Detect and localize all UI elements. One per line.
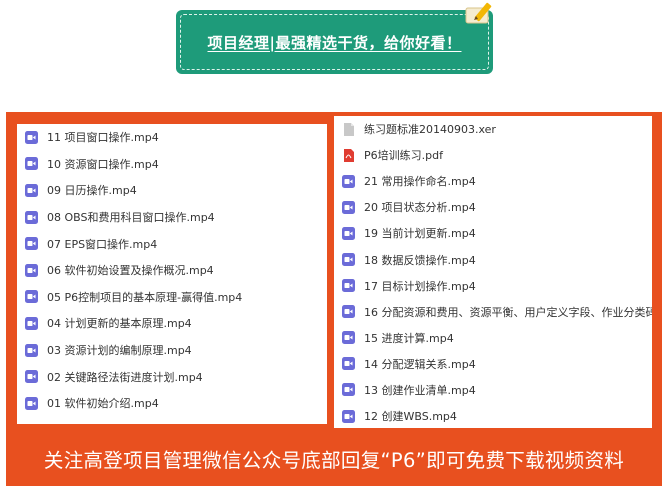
- file-row[interactable]: 21 常用操作命名.mp4: [334, 168, 652, 194]
- file-row[interactable]: 01 软件初始介绍.mp4: [17, 390, 327, 417]
- video-icon: [25, 343, 38, 357]
- file-row[interactable]: 05 P6控制项目的基本原理-赢得值.mp4: [17, 284, 327, 311]
- right-file-list: 练习题标准20140903.xer P6培训练习.pdf 21 常用操作命名.mp4…: [334, 116, 652, 428]
- file-row[interactable]: 10 资源窗口操作.mp4: [17, 151, 327, 178]
- file-row[interactable]: 02 关键路径法街进度计划.mp4: [17, 363, 327, 390]
- file-name: 02 关键路径法街进度计划.mp4: [47, 370, 203, 384]
- file-row[interactable]: 06 软件初始设置及操作概况.mp4: [17, 257, 327, 284]
- video-icon: [25, 290, 38, 304]
- video-icon: [25, 130, 38, 144]
- video-icon: [342, 409, 355, 423]
- file-name: 14 分配逻辑关系.mp4: [364, 357, 476, 371]
- video-icon: [25, 237, 38, 251]
- file-name: 17 目标计划操作.mp4: [364, 279, 476, 293]
- video-icon: [342, 174, 355, 188]
- video-icon: [25, 210, 38, 224]
- file-name: 01 软件初始介绍.mp4: [47, 397, 159, 411]
- file-name: P6培训练习.pdf: [364, 149, 443, 163]
- file-row[interactable]: 18 数据反馈操作.mp4: [334, 246, 652, 272]
- file-row[interactable]: P6培训练习.pdf: [334, 142, 652, 168]
- file-row[interactable]: 19 当前计划更新.mp4: [334, 220, 652, 246]
- video-icon: [342, 383, 355, 397]
- file-list-panel: 11 项目窗口操作.mp4 10 资源窗口操作.mp4 09 日历操作.mp4 08 …: [6, 112, 662, 486]
- file-row[interactable]: 13 创建作业清单.mp4: [334, 377, 652, 403]
- file-row[interactable]: 09 日历操作.mp4: [17, 177, 327, 204]
- file-name: 03 资源计划的编制原理.mp4: [47, 344, 192, 358]
- video-icon: [25, 157, 38, 171]
- file-row[interactable]: 14 分配逻辑关系.mp4: [334, 351, 652, 377]
- file-name: 练习题标准20140903.xer: [364, 123, 496, 137]
- file-name: 08 OBS和费用科目窗口操作.mp4: [47, 211, 215, 225]
- file-row[interactable]: 12 创建WBS.mp4: [334, 403, 652, 428]
- file-icon: [344, 122, 354, 136]
- file-name: 19 当前计划更新.mp4: [364, 227, 476, 241]
- file-name: 13 创建作业清单.mp4: [364, 383, 476, 397]
- file-name: 04 计划更新的基本原理.mp4: [47, 317, 192, 331]
- file-name: 12 创建WBS.mp4: [364, 410, 457, 424]
- pdf-icon: [344, 148, 354, 162]
- file-row[interactable]: 03 资源计划的编制原理.mp4: [17, 337, 327, 364]
- file-name: 05 P6控制项目的基本原理-赢得值.mp4: [47, 290, 243, 304]
- video-icon: [342, 331, 355, 345]
- video-icon: [342, 200, 355, 214]
- file-name: 10 资源窗口操作.mp4: [47, 157, 159, 171]
- video-icon: [25, 316, 38, 330]
- file-name: 18 数据反馈操作.mp4: [364, 253, 476, 267]
- banner-title[interactable]: 项目经理|最强精选干货，给你好看！: [208, 32, 462, 53]
- footer-caption: 关注高登项目管理微信公众号底部回复“P6”即可免费下载视频资料: [43, 448, 625, 472]
- video-icon: [342, 226, 355, 240]
- video-icon: [25, 263, 38, 277]
- file-name: 11 项目窗口操作.mp4: [47, 131, 159, 145]
- file-row[interactable]: 08 OBS和费用科目窗口操作.mp4: [17, 204, 327, 231]
- video-icon: [25, 183, 38, 197]
- file-name: 16 分配资源和费用、资源平衡、用户定义字段、作业分类码.mp4: [364, 305, 652, 319]
- file-row[interactable]: 20 项目状态分析.mp4: [334, 194, 652, 220]
- file-row[interactable]: 11 项目窗口操作.mp4: [17, 124, 327, 151]
- video-icon: [342, 305, 355, 319]
- file-name: 06 软件初始设置及操作概况.mp4: [47, 264, 214, 278]
- pencil-icon: [465, 2, 492, 24]
- file-name: 15 进度计算.mp4: [364, 331, 454, 345]
- file-name: 20 项目状态分析.mp4: [364, 201, 476, 215]
- video-icon: [342, 357, 355, 371]
- file-row[interactable]: 16 分配资源和费用、资源平衡、用户定义字段、作业分类码.mp4: [334, 299, 652, 325]
- file-row[interactable]: 15 进度计算.mp4: [334, 325, 652, 351]
- file-row[interactable]: 07 EPS窗口操作.mp4: [17, 230, 327, 257]
- promo-banner: 项目经理|最强精选干货，给你好看！: [176, 10, 493, 74]
- video-icon: [25, 396, 38, 410]
- file-name: 07 EPS窗口操作.mp4: [47, 237, 158, 251]
- file-name: 09 日历操作.mp4: [47, 184, 137, 198]
- banner-dashed-frame: 项目经理|最强精选干货，给你好看！: [180, 14, 489, 70]
- video-icon: [342, 253, 355, 267]
- left-file-list: 11 项目窗口操作.mp4 10 资源窗口操作.mp4 09 日历操作.mp4 08 …: [17, 124, 327, 424]
- file-row[interactable]: 04 计划更新的基本原理.mp4: [17, 310, 327, 337]
- file-row[interactable]: 练习题标准20140903.xer: [334, 116, 652, 142]
- file-name: 21 常用操作命名.mp4: [364, 175, 476, 189]
- video-icon: [342, 279, 355, 293]
- file-row[interactable]: 17 目标计划操作.mp4: [334, 273, 652, 299]
- video-icon: [25, 370, 38, 384]
